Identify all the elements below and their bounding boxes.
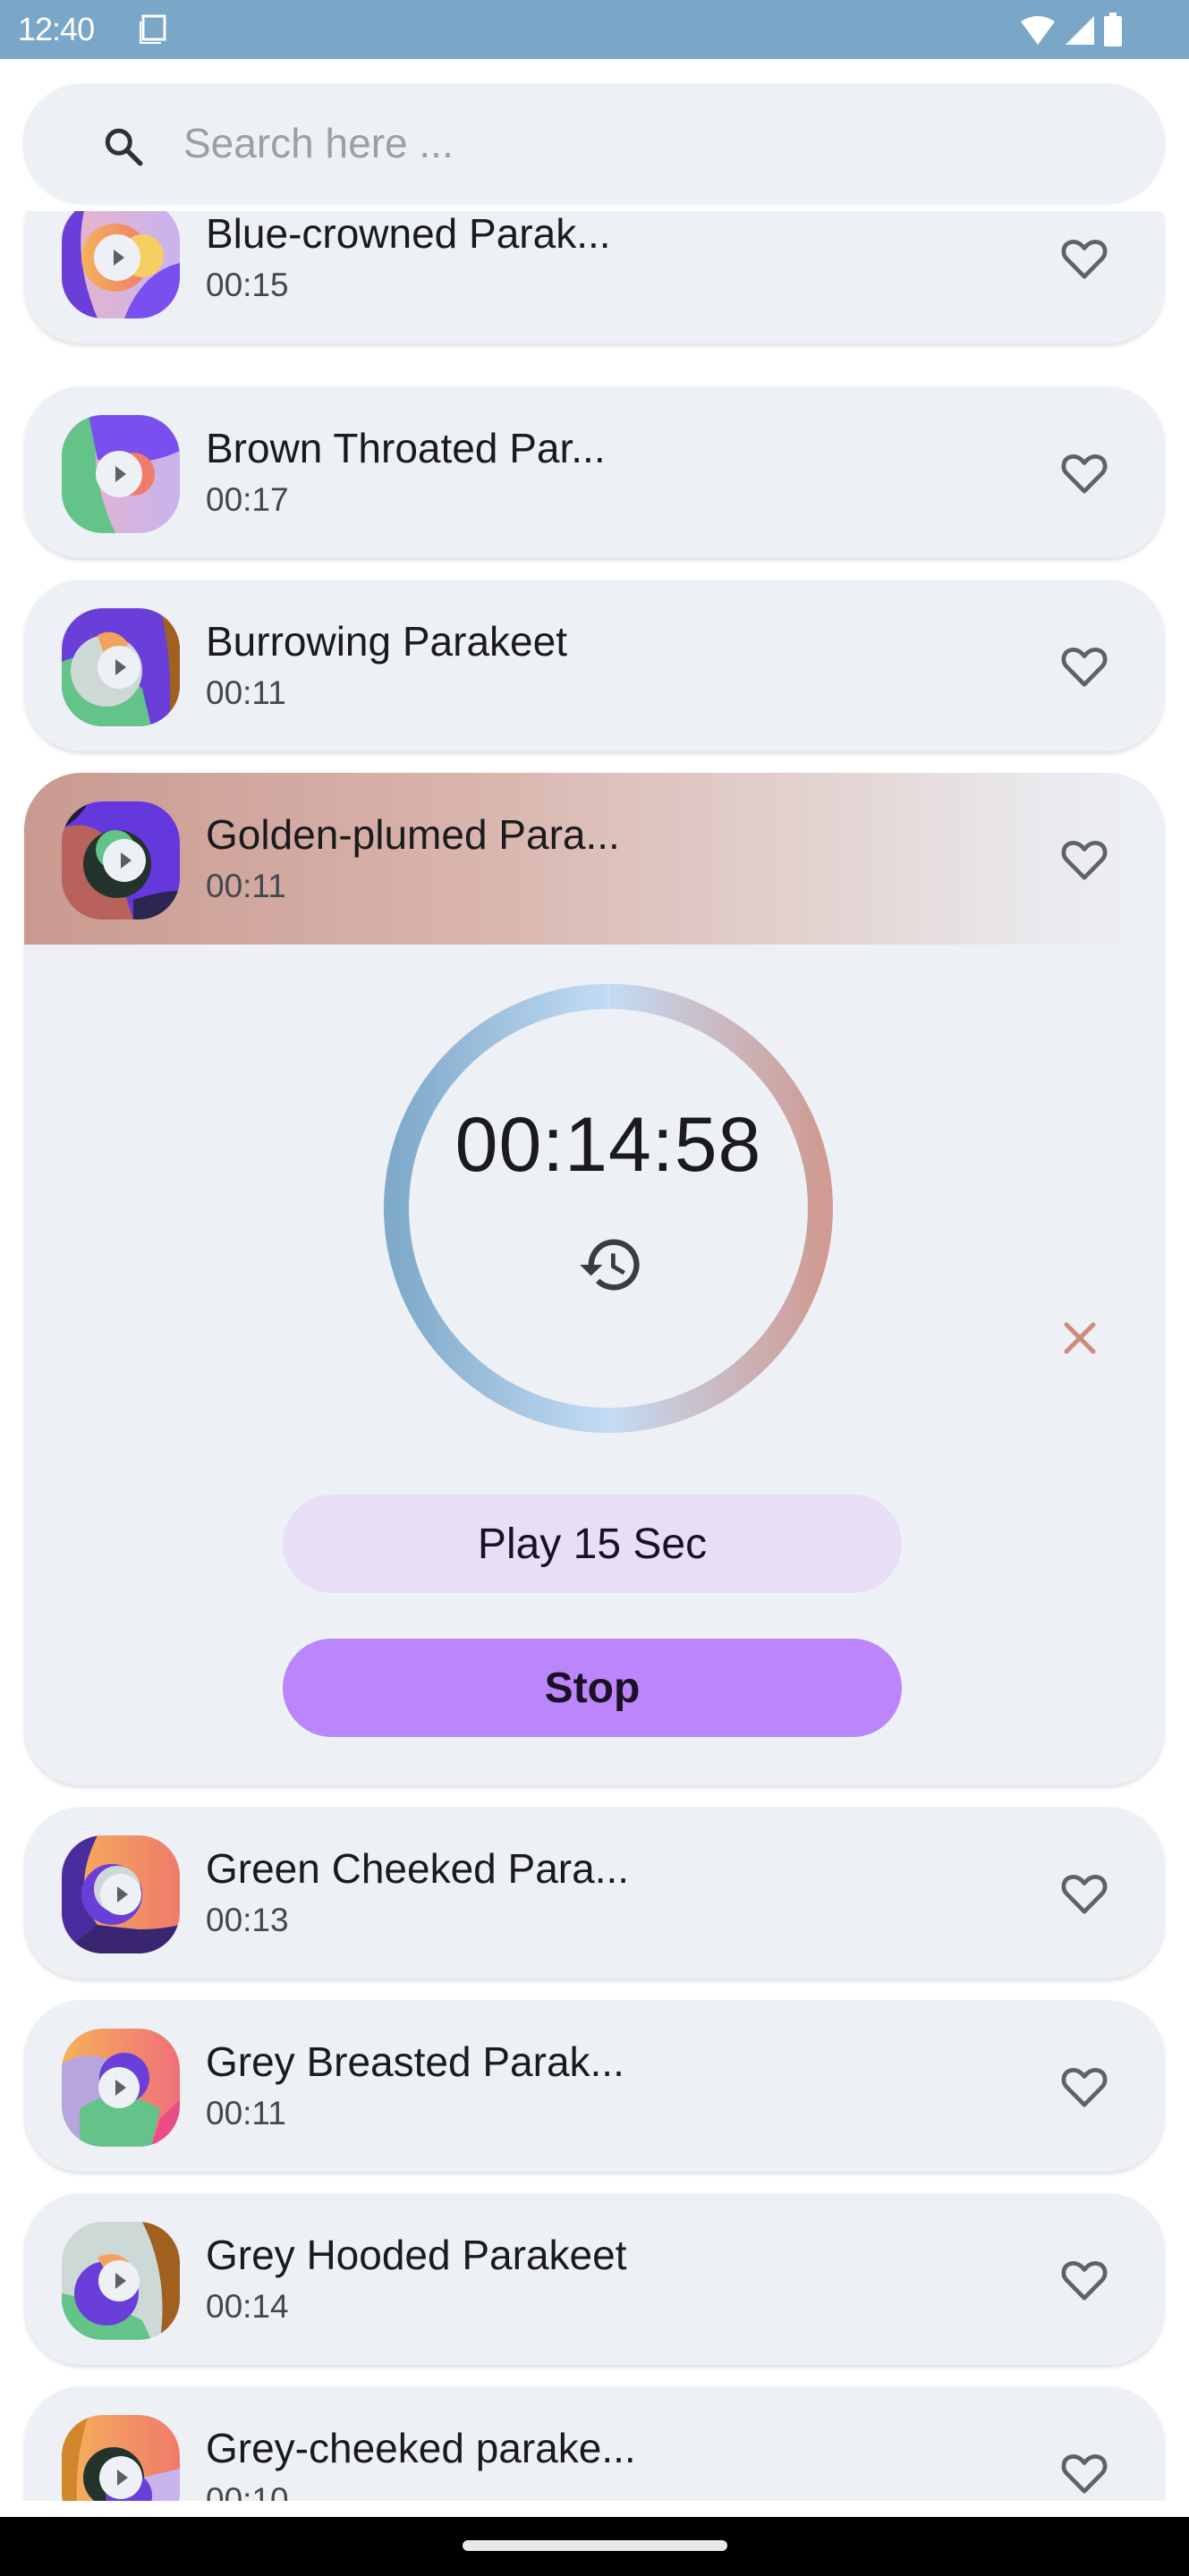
heart-icon[interactable] [1057,231,1111,284]
track-title: Blue-crowned Parak... [206,211,611,257]
track-card[interactable]: Blue-crowned Parak... 00:15 [24,211,1165,343]
track-artwork[interactable] [62,1835,180,1953]
track-artwork[interactable] [62,2415,180,2501]
track-duration: 00:11 [206,2095,286,2131]
track-row[interactable]: Grey Breasted Parak... 00:11 [24,2000,1165,2172]
status-icons [1019,13,1123,47]
play-artwork-icon [62,1835,180,1953]
heart-icon[interactable] [1057,639,1111,692]
track-card[interactable]: Green Cheeked Para... 00:13 [24,1807,1165,1979]
search-input[interactable] [183,112,1078,174]
play-artwork-icon [62,211,180,318]
play-artwork-icon [62,415,180,533]
sim-card-icon [140,14,166,44]
battery-icon [1104,13,1122,47]
stop-button[interactable]: Stop [283,1639,902,1737]
track-title: Grey Hooded Parakeet [206,2232,627,2278]
progress-arc [384,984,833,1433]
search-icon [105,128,143,166]
track-title: Golden-plumed Para... [206,811,620,858]
track-card[interactable]: Burrowing Parakeet 00:11 [24,580,1165,751]
track-row[interactable]: Burrowing Parakeet 00:11 [24,580,1165,751]
track-artwork[interactable] [62,801,180,919]
play-artwork-icon [62,801,180,919]
track-row[interactable]: Grey Hooded Parakeet 00:14 [24,2193,1165,2365]
home-gesture-handle[interactable] [463,2540,727,2551]
heart-icon[interactable] [1057,2059,1111,2113]
track-card[interactable]: Grey-cheeked parake... 00:10 [24,2386,1165,2501]
signal-icon [1066,16,1094,45]
replay-history-icon[interactable] [577,1231,645,1299]
track-duration: 00:10 [206,2481,289,2501]
track-row[interactable]: Green Cheeked Para... 00:13 [24,1807,1165,1979]
play-artwork-icon [62,2029,180,2147]
track-card[interactable]: Brown Throated Par... 00:17 [24,386,1165,558]
heart-icon[interactable] [1057,2445,1111,2499]
wifi-icon [1021,16,1055,45]
track-duration: 00:14 [206,2288,289,2325]
heart-icon[interactable] [1057,445,1111,499]
track-duration: 00:11 [206,674,286,711]
track-card[interactable]: Grey Breasted Parak... 00:11 [24,2000,1165,2172]
track-title: Grey-cheeked parake... [206,2425,636,2471]
heart-icon[interactable] [1057,1866,1111,1919]
track-artwork[interactable] [62,2029,180,2147]
track-title: Brown Throated Par... [206,425,606,471]
track-artwork[interactable] [62,211,180,318]
track-title: Green Cheeked Para... [206,1845,630,1892]
play-artwork-icon [62,2222,180,2340]
track-row-active[interactable]: Golden-plumed Para... 00:11 [24,773,1165,945]
heart-icon[interactable] [1057,2252,1111,2306]
close-icon[interactable] [1053,1311,1107,1365]
track-duration: 00:11 [206,868,286,904]
player-panel: 00:14:58 Play 15 Sec Stop [24,945,1165,1785]
track-duration: 00:13 [206,1902,289,1938]
play-15-sec-button[interactable]: Play 15 Sec [283,1495,902,1593]
heart-icon[interactable] [1057,832,1111,886]
navigation-bar [0,2517,1189,2576]
track-row[interactable]: Grey-cheeked parake... 00:10 [24,2386,1165,2501]
track-title: Grey Breasted Parak... [206,2038,624,2085]
play-artwork-icon [62,2415,180,2501]
track-artwork[interactable] [62,415,180,533]
track-title: Burrowing Parakeet [206,618,567,665]
progress-ring [384,984,833,1433]
track-card[interactable]: Grey Hooded Parakeet 00:14 [24,2193,1165,2365]
track-artwork[interactable] [62,2222,180,2340]
status-time: 12:40 [18,11,95,47]
track-card-expanded[interactable]: Golden-plumed Para... 00:11 00:14:58 Pla… [24,773,1165,1785]
search-bar[interactable] [22,83,1166,204]
track-duration: 00:17 [206,481,289,518]
track-row[interactable]: Brown Throated Par... 00:17 [24,386,1165,558]
countdown-timer: 00:14:58 [454,1102,762,1188]
track-duration: 00:15 [206,267,289,303]
track-artwork[interactable] [62,608,180,726]
track-list[interactable]: Blue-crowned Parak... 00:15 Brown Throat… [0,211,1189,2501]
play-artwork-icon [62,608,180,726]
track-row[interactable]: Blue-crowned Parak... 00:15 [24,211,1165,343]
status-bar: 12:40 [0,0,1189,59]
